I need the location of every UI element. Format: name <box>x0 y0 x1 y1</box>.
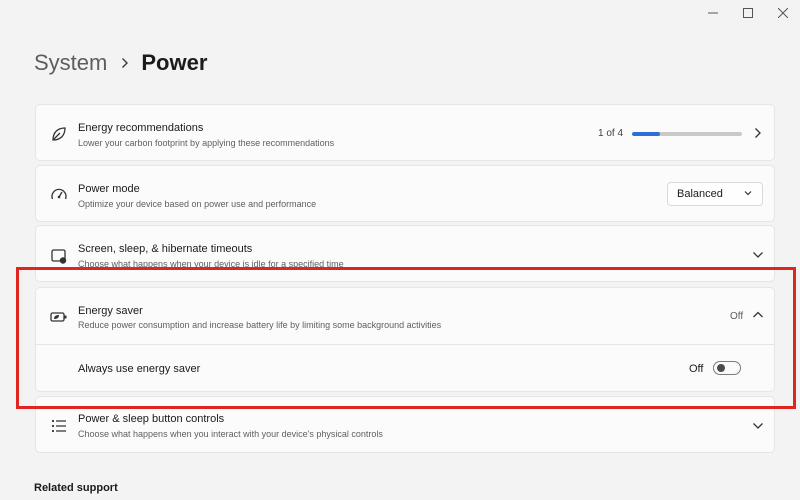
chevron-down-icon[interactable] <box>751 419 765 433</box>
minimize-icon <box>707 12 718 14</box>
always-energy-saver-label: Always use energy saver <box>78 363 201 375</box>
energy-saver-title: Energy saver <box>78 305 143 317</box>
always-energy-saver-toggle[interactable] <box>713 361 741 375</box>
chevron-right-icon[interactable] <box>751 126 765 140</box>
gauge-icon <box>49 185 69 205</box>
power-mode-description: Optimize your device based on power use … <box>78 199 317 209</box>
breadcrumb-system[interactable]: System <box>34 50 107 76</box>
power-buttons-title: Power & sleep button controls <box>78 413 225 425</box>
toggle-knob <box>717 364 725 372</box>
power-mode-dropdown[interactable]: Balanced <box>667 182 763 206</box>
maximize-button[interactable] <box>730 0 765 26</box>
energy-saver-header[interactable]: Energy saver Reduce power consumption an… <box>36 288 774 344</box>
close-button[interactable] <box>765 0 800 26</box>
power-mode-selected: Balanced <box>677 188 723 200</box>
minimize-button[interactable] <box>695 0 730 26</box>
energy-saver-description: Reduce power consumption and increase ba… <box>78 320 442 330</box>
chevron-down-icon[interactable] <box>751 248 765 262</box>
recommendations-progress-fill <box>632 132 660 136</box>
power-mode-title: Power mode <box>78 183 140 195</box>
recommendations-progress-bar <box>632 132 742 136</box>
screen-sleep-title: Screen, sleep, & hibernate timeouts <box>78 243 253 255</box>
maximize-icon <box>742 8 753 18</box>
battery-leaf-icon <box>49 307 69 327</box>
recommendations-progress-text: 1 of 4 <box>598 128 624 139</box>
related-support-heading: Related support <box>34 482 118 494</box>
energy-saver-card: Energy saver Reduce power consumption an… <box>35 287 775 392</box>
window-controls <box>695 0 800 26</box>
power-buttons-description: Choose what happens when you interact wi… <box>78 429 383 439</box>
always-energy-saver-row: Always use energy saver Off <box>36 345 774 393</box>
energy-recommendations-title: Energy recommendations <box>78 122 204 134</box>
chevron-right-icon <box>121 57 129 69</box>
energy-saver-status: Off <box>730 311 744 322</box>
chevron-up-icon[interactable] <box>751 308 765 322</box>
energy-recommendations-description: Lower your carbon footprint by applying … <box>78 138 335 148</box>
breadcrumb: System Power <box>34 46 207 80</box>
energy-recommendations-card[interactable]: Energy recommendations Lower your carbon… <box>35 104 775 161</box>
screen-sleep-card[interactable]: Screen, sleep, & hibernate timeouts Choo… <box>35 225 775 282</box>
power-mode-card: Power mode Optimize your device based on… <box>35 165 775 222</box>
leaf-icon <box>49 124 69 144</box>
screen-sleep-description: Choose what happens when your device is … <box>78 259 344 269</box>
page-title: Power <box>141 50 208 75</box>
power-buttons-card[interactable]: Power & sleep button controls Choose wha… <box>35 396 775 453</box>
close-icon <box>777 8 788 18</box>
screen-sleep-icon <box>49 246 69 266</box>
list-settings-icon <box>49 416 69 436</box>
chevron-down-icon <box>743 188 753 201</box>
always-energy-saver-status: Off <box>689 363 704 375</box>
